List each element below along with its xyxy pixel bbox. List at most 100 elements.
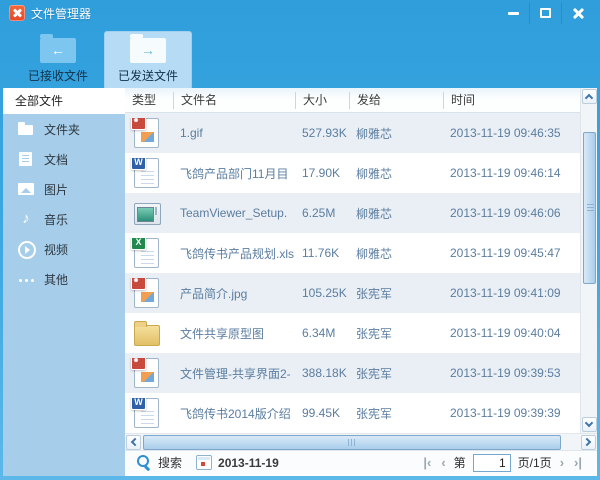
chevron-right-icon	[582, 437, 592, 447]
file-list-pane: 类型 文件名 大小 发给 时间 1.gif 527.93K 柳雅芯 2013-1…	[125, 88, 597, 476]
minimize-icon	[507, 11, 519, 15]
date-picker[interactable]: 2013-11-19	[196, 455, 279, 470]
file-recipient: 柳雅芯	[356, 206, 393, 221]
file-name: 飞鸽传书产品规划.xls	[180, 246, 295, 261]
file-name: 飞鸽产品部门11月目	[180, 166, 289, 181]
file-size: 527.93K	[302, 126, 347, 140]
image-file-icon	[131, 278, 159, 308]
header-size[interactable]: 大小	[295, 91, 349, 109]
page-number-input[interactable]	[472, 453, 511, 472]
main-area: 全部文件 文件夹 文档 图片 ♪ 音乐 视频 其他 类型 文件名 大小 发给 时…	[3, 88, 597, 476]
scroll-right-button[interactable]	[581, 434, 596, 450]
sidebar-item-videos[interactable]: 视频	[3, 234, 125, 264]
scroll-up-button[interactable]	[581, 89, 597, 104]
file-name: 文件管理-共享界面2-	[180, 366, 291, 381]
next-page-button[interactable]: ›	[555, 455, 569, 470]
sidebar-item-label: 其他	[44, 272, 69, 287]
file-recipient: 柳雅芯	[356, 126, 393, 141]
file-time: 2013-11-19 09:40:04	[450, 326, 561, 340]
folder-send-icon: →	[130, 34, 166, 63]
file-name: 文件共享原型图	[180, 326, 265, 341]
vertical-scrollbar[interactable]	[580, 88, 597, 433]
sidebar-item-all-files[interactable]: 全部文件	[3, 88, 125, 114]
sidebar-item-folders[interactable]: 文件夹	[3, 114, 125, 144]
page-prefix-label: 第	[453, 456, 466, 470]
file-recipient: 张宪军	[356, 326, 393, 341]
horizontal-scrollbar[interactable]	[125, 433, 597, 450]
table-row[interactable]: 飞鸽产品部门11月目 17.90K 柳雅芯 2013-11-19 09:46:1…	[125, 153, 580, 193]
chevron-left-icon	[130, 437, 140, 447]
file-name: 飞鸽传书2014版介绍	[180, 406, 291, 421]
file-time: 2013-11-19 09:46:35	[450, 126, 561, 140]
prev-page-button[interactable]: ‹	[436, 455, 450, 470]
search-icon	[137, 455, 152, 470]
title-bar: 文件管理器	[3, 0, 597, 26]
received-files-button[interactable]: ← 已接收文件	[15, 32, 101, 89]
close-icon	[572, 7, 584, 19]
table-row[interactable]: 文件共享原型图 6.34M 张宪军 2013-11-19 09:40:04	[125, 313, 580, 353]
file-name: TeamViewer_Setup.	[180, 206, 288, 220]
document-icon	[17, 151, 35, 167]
file-recipient: 张宪军	[356, 366, 393, 381]
image-file-icon	[131, 358, 159, 388]
received-files-label: 已接收文件	[27, 69, 88, 83]
scroll-left-button[interactable]	[126, 434, 141, 450]
last-page-button[interactable]: ›|	[569, 455, 587, 470]
table-header: 类型 文件名 大小 发给 时间	[125, 88, 580, 113]
sidebar-item-others[interactable]: 其他	[3, 264, 125, 294]
table-row[interactable]: 飞鸽传书2014版介绍 99.45K 张宪军 2013-11-19 09:39:…	[125, 393, 580, 433]
header-filename[interactable]: 文件名	[173, 91, 295, 109]
maximize-button[interactable]	[529, 2, 561, 24]
horizontal-scroll-thumb[interactable]	[143, 434, 561, 450]
search-label: 搜索	[158, 456, 183, 470]
video-icon	[17, 241, 36, 259]
minimize-button[interactable]	[497, 2, 529, 24]
horizontal-scroll-track[interactable]	[142, 434, 580, 450]
word-file-icon	[131, 158, 159, 188]
table-row[interactable]: 产品简介.jpg 105.25K 张宪军 2013-11-19 09:41:09	[125, 273, 580, 313]
date-value: 2013-11-19	[218, 455, 279, 470]
sent-files-button[interactable]: → 已发送文件	[105, 32, 191, 89]
table-row[interactable]: 1.gif 527.93K 柳雅芯 2013-11-19 09:46:35	[125, 113, 580, 153]
calendar-icon	[196, 455, 213, 470]
file-name: 1.gif	[180, 126, 203, 140]
picture-icon	[17, 181, 35, 197]
sidebar-item-pictures[interactable]: 图片	[3, 174, 125, 204]
search-button[interactable]: 搜索	[137, 454, 182, 471]
folder-receive-icon: ←	[40, 34, 76, 63]
window-title: 文件管理器	[31, 6, 92, 21]
file-time: 2013-11-19 09:46:14	[450, 166, 561, 180]
close-button[interactable]	[561, 2, 593, 24]
scroll-down-button[interactable]	[581, 417, 597, 432]
toolbar: ← 已接收文件 → 已发送文件	[3, 26, 597, 89]
maximize-icon	[540, 8, 551, 18]
file-size: 99.45K	[302, 406, 341, 420]
sidebar-item-label: 音乐	[44, 212, 69, 227]
table-row[interactable]: 文件管理-共享界面2- 388.18K 张宪军 2013-11-19 09:39…	[125, 353, 580, 393]
file-name: 产品简介.jpg	[180, 286, 248, 301]
file-size: 17.90K	[302, 166, 341, 180]
header-recipient[interactable]: 发给	[349, 91, 443, 109]
folder-icon	[17, 121, 35, 137]
file-size: 6.25M	[302, 206, 336, 220]
vertical-scroll-thumb[interactable]	[583, 132, 596, 284]
file-time: 2013-11-19 09:39:53	[450, 366, 561, 380]
header-type[interactable]: 类型	[125, 92, 173, 109]
table-row[interactable]: 飞鸽传书产品规划.xls 11.76K 柳雅芯 2013-11-19 09:45…	[125, 233, 580, 273]
arrow-right-icon: →	[141, 42, 155, 58]
file-size: 388.18K	[302, 366, 347, 380]
file-time: 2013-11-19 09:39:39	[450, 406, 561, 420]
table-wrap: 类型 文件名 大小 发给 时间 1.gif 527.93K 柳雅芯 2013-1…	[125, 88, 597, 433]
sidebar-item-documents[interactable]: 文档	[3, 144, 125, 174]
table-row[interactable]: TeamViewer_Setup. 6.25M 柳雅芯 2013-11-19 0…	[125, 193, 580, 233]
word-file-icon	[131, 398, 159, 428]
window-controls	[497, 2, 593, 24]
header-time[interactable]: 时间	[443, 91, 580, 109]
sidebar: 全部文件 文件夹 文档 图片 ♪ 音乐 视频 其他	[3, 88, 125, 476]
file-time: 2013-11-19 09:41:09	[450, 286, 561, 300]
app-logo-icon	[9, 5, 25, 21]
file-table: 类型 文件名 大小 发给 时间 1.gif 527.93K 柳雅芯 2013-1…	[125, 88, 580, 433]
sidebar-item-music[interactable]: ♪ 音乐	[3, 204, 125, 234]
sidebar-item-label: 文件夹	[44, 122, 81, 137]
first-page-button[interactable]: |‹	[418, 455, 436, 470]
